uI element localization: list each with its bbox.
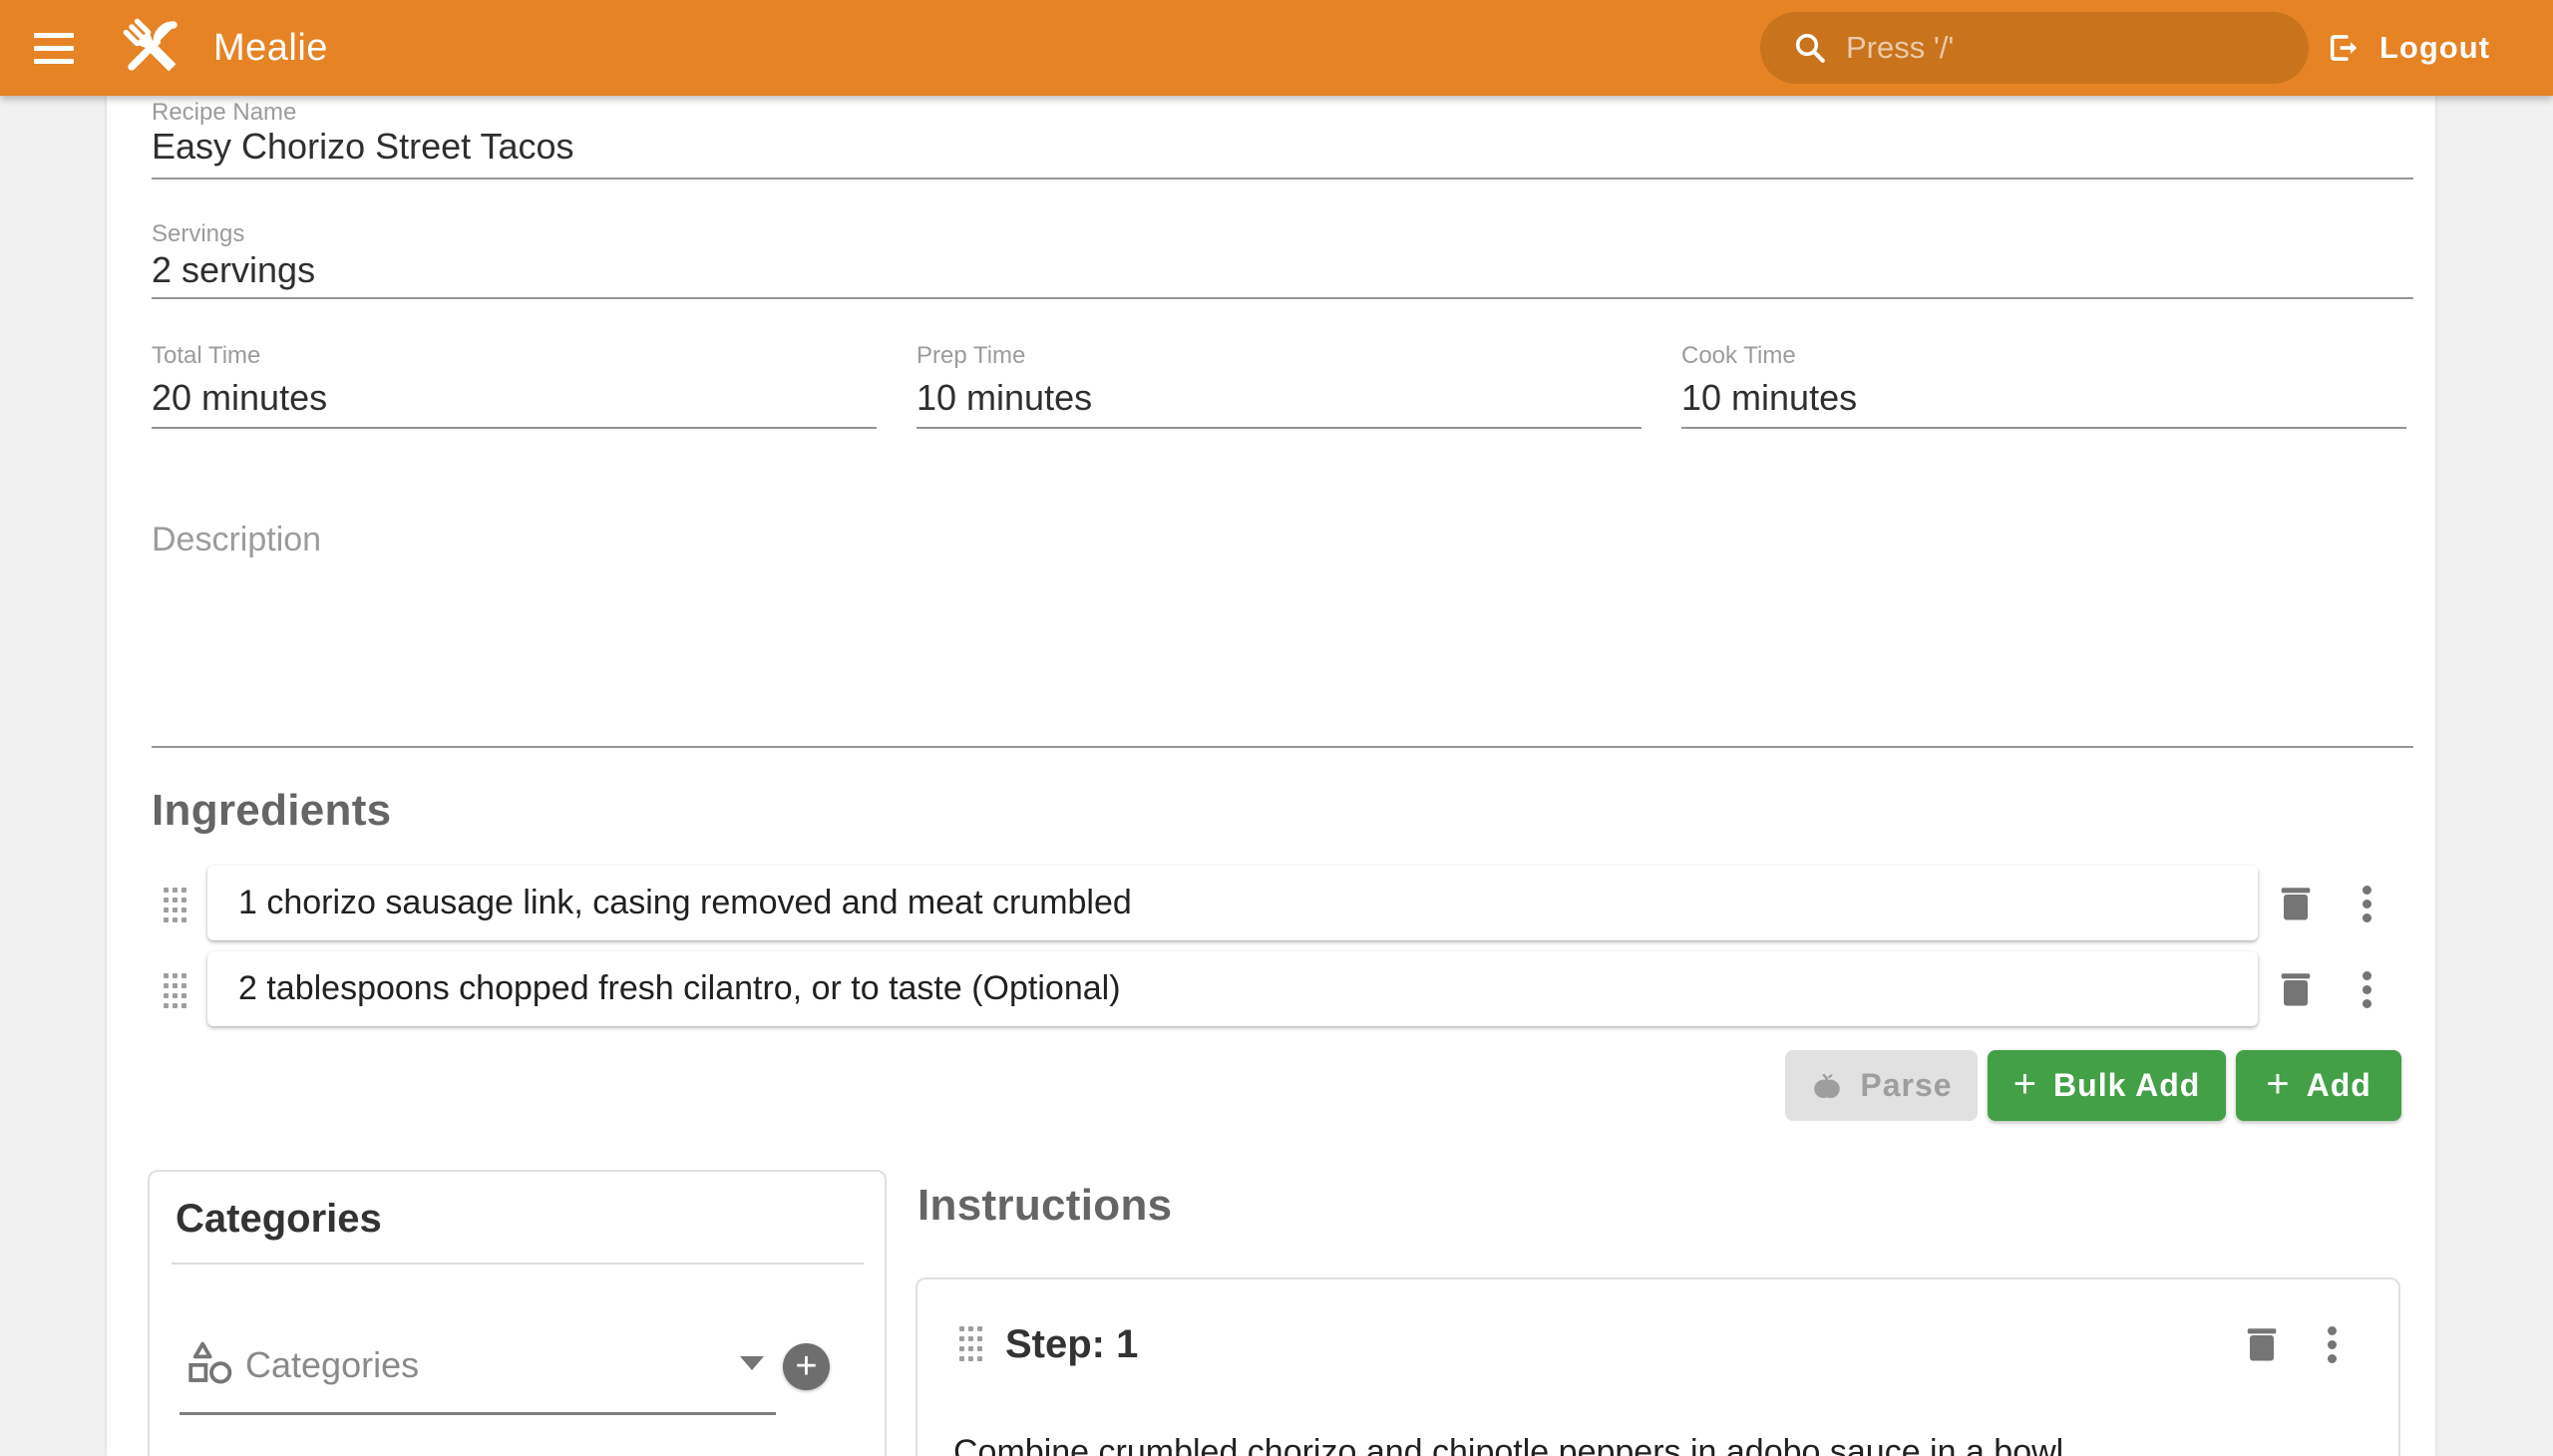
menu-icon[interactable] xyxy=(34,26,78,70)
categories-divider xyxy=(172,1263,864,1265)
plus-icon: + xyxy=(2013,1064,2037,1104)
categories-select-underline xyxy=(180,1412,776,1415)
delete-ingredient-icon[interactable] xyxy=(2278,969,2314,1009)
description-label: Description xyxy=(152,521,321,559)
app-bar: Mealie Press '/' Logout xyxy=(0,0,2553,96)
total-time-underline xyxy=(152,427,877,429)
app-title: Mealie xyxy=(213,0,328,96)
servings-label: Servings xyxy=(152,220,244,248)
delete-step-icon[interactable] xyxy=(2244,1324,2280,1364)
servings-underline xyxy=(152,297,2413,299)
servings-input[interactable]: 2 servings xyxy=(152,249,315,291)
recipe-name-underline xyxy=(152,178,2413,180)
cook-time-input[interactable]: 10 minutes xyxy=(1681,377,1857,419)
instructions-heading: Instructions xyxy=(917,1181,1172,1231)
cook-time-label: Cook Time xyxy=(1681,342,1796,370)
ingredient-input[interactable]: 2 tablespoons chopped fresh cilantro, or… xyxy=(207,951,2258,1026)
total-time-label: Total Time xyxy=(152,342,260,370)
cook-time-underline xyxy=(1681,427,2406,429)
categories-card-title: Categories xyxy=(176,1197,382,1242)
categories-select[interactable]: Categories xyxy=(245,1344,419,1386)
add-category-button[interactable]: + xyxy=(783,1343,830,1390)
total-time-input[interactable]: 20 minutes xyxy=(152,377,327,419)
search-placeholder: Press '/' xyxy=(1846,30,1954,66)
prep-time-underline xyxy=(916,427,1641,429)
ingredients-heading: Ingredients xyxy=(152,786,391,836)
description-underline xyxy=(152,746,2413,748)
chevron-down-icon[interactable] xyxy=(740,1356,764,1370)
ingredient-text: 2 tablespoons chopped fresh cilantro, or… xyxy=(238,969,1121,1008)
drag-handle[interactable] xyxy=(164,888,186,922)
search-input[interactable]: Press '/' xyxy=(1760,12,2309,84)
recipe-name-label: Recipe Name xyxy=(152,99,296,127)
ingredient-more-options-icon[interactable] xyxy=(2363,886,2371,922)
categories-shape-icon xyxy=(187,1340,235,1386)
ingredient-input[interactable]: 1 chorizo sausage link, casing removed a… xyxy=(207,866,2258,940)
step-title: Step: 1 xyxy=(1005,1322,1138,1367)
logout-icon xyxy=(2324,29,2362,67)
drag-handle[interactable] xyxy=(959,1326,982,1361)
delete-ingredient-icon[interactable] xyxy=(2278,884,2314,923)
step-text-input[interactable]: Combine crumbled chorizo and chipotle pe… xyxy=(953,1433,2073,1456)
prep-time-input[interactable]: 10 minutes xyxy=(916,377,1092,419)
drag-handle[interactable] xyxy=(164,973,186,1008)
mealie-recipe-editor: Mealie Press '/' Logout Recipe Name Easy… xyxy=(0,0,2553,1456)
description-textarea[interactable] xyxy=(152,558,2413,744)
ingredient-text: 1 chorizo sausage link, casing removed a… xyxy=(238,884,1132,922)
logout-label: Logout xyxy=(2379,30,2490,66)
recipe-name-input[interactable]: Easy Chorizo Street Tacos xyxy=(152,126,574,168)
parse-label: Parse xyxy=(1860,1067,1952,1104)
apple-icon xyxy=(1810,1069,1844,1103)
search-icon xyxy=(1792,30,1828,66)
plus-icon: + xyxy=(2266,1064,2290,1104)
plus-icon: + xyxy=(795,1345,817,1388)
mealie-logo-icon xyxy=(118,13,185,81)
add-label: Add xyxy=(2307,1067,2371,1104)
bulk-add-label: Bulk Add xyxy=(2053,1067,2200,1104)
logout-button[interactable]: Logout xyxy=(2324,0,2490,96)
step-more-options-icon[interactable] xyxy=(2328,1326,2337,1363)
ingredient-more-options-icon[interactable] xyxy=(2363,971,2371,1008)
bulk-add-button[interactable]: + Bulk Add xyxy=(1988,1050,2226,1121)
add-ingredient-button[interactable]: + Add xyxy=(2236,1050,2401,1121)
parse-button[interactable]: Parse xyxy=(1785,1050,1978,1121)
prep-time-label: Prep Time xyxy=(916,342,1025,370)
